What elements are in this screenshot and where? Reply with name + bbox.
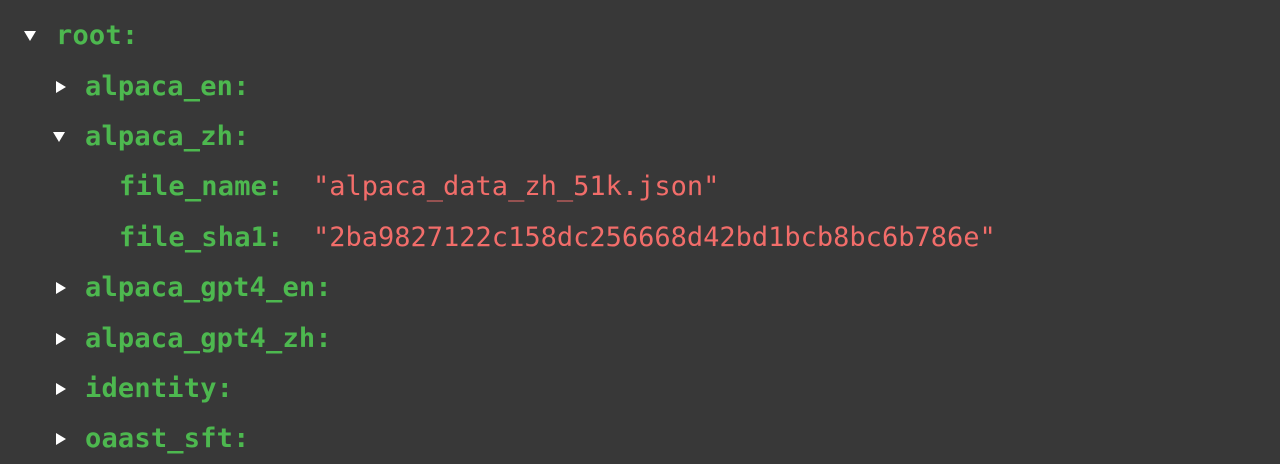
caret-right-icon[interactable] (50, 263, 72, 313)
tree-node-label[interactable]: alpaca_gpt4_en: (85, 263, 332, 313)
tree-node-label[interactable]: identity: (85, 364, 233, 414)
caret-down-icon[interactable] (48, 112, 70, 162)
caret-right-icon[interactable] (50, 62, 72, 112)
tree-node-label[interactable]: alpaca_gpt4_zh: (85, 314, 332, 364)
leaf-value: "alpaca_data_zh_51k.json" (313, 171, 720, 202)
leaf-value: "2ba9827122c158dc256668d42bd1bcb8bc6b786… (313, 222, 996, 253)
json-tree-viewer: root: alpaca_en: alpaca_zh: file_name: "… (0, 0, 1280, 461)
tree-node-label[interactable]: oaast_sft: (85, 414, 250, 464)
leaf-key: file_name: (119, 171, 284, 202)
caret-down-icon[interactable] (19, 11, 41, 61)
leaf-key: file_sha1: (119, 222, 284, 253)
tree-node-label[interactable]: alpaca_zh: (85, 112, 250, 162)
tree-node-label[interactable]: alpaca_en: (85, 62, 250, 112)
caret-right-icon[interactable] (50, 314, 72, 364)
tree-node-label[interactable]: root: (56, 11, 138, 61)
caret-right-icon[interactable] (50, 414, 72, 464)
caret-right-icon[interactable] (50, 364, 72, 414)
